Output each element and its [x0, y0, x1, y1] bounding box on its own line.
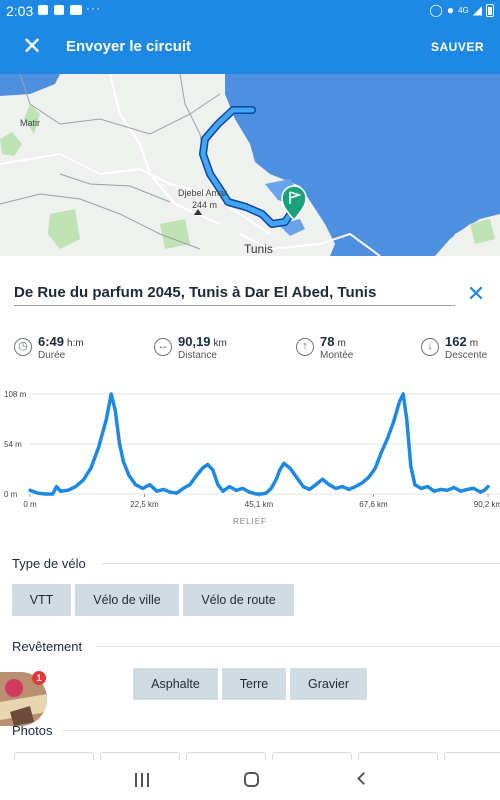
signal-icon: ◢ [472, 3, 482, 17]
bike-type-vtt-button[interactable]: VTT [12, 584, 71, 616]
stat-descent-unit: m [469, 338, 479, 349]
map-label-matir: Matir [20, 118, 40, 128]
app-bar-title: Envoyer le circuit [66, 38, 192, 55]
surface-dirt-button[interactable]: Terre [222, 668, 286, 700]
stat-duration-unit: h:m [67, 338, 84, 349]
photos-divider [62, 730, 500, 731]
x-tick-label: 45,1 km [245, 500, 274, 509]
bike-type-road-button[interactable]: Vélo de route [183, 584, 294, 616]
stat-duration-label: Durée [38, 350, 66, 361]
more-notifications-icon: ··· [86, 1, 101, 15]
elevation-caption: RELIEF [232, 517, 267, 526]
youtube-notification-icon [70, 5, 82, 15]
arrow-down-icon: ↓ [421, 338, 439, 356]
app-notification-icon [54, 5, 64, 15]
stat-ascent-value: 78 [320, 334, 335, 349]
clear-route-name-icon[interactable]: ✕ [466, 283, 486, 305]
stat-descent-value-row: 162 m [445, 334, 478, 349]
bike-type-title: Type de vélo [12, 556, 86, 571]
save-button[interactable]: SAUVER [431, 40, 484, 54]
y-tick-label: 54 m [4, 440, 22, 449]
back-icon[interactable] [357, 772, 370, 785]
stat-distance-label: Distance [178, 350, 217, 361]
surface-title: Revêtement [12, 639, 83, 654]
route-map[interactable]: Matir Djebel Amar 244 m Tunis [0, 74, 500, 256]
avatar-flower [5, 679, 23, 697]
arrow-up-icon: ↑ [296, 338, 314, 356]
x-tick-label: 67,6 km [359, 500, 388, 509]
stat-distance-value: 90,19 [178, 334, 211, 349]
surface-gravel-button[interactable]: Gravier [290, 668, 367, 700]
distance-icon: ↔ [154, 338, 172, 356]
y-tick-label: 108 m [4, 390, 27, 399]
stat-ascent-value-row: 78 m [320, 334, 346, 349]
elevation-chart[interactable]: 0 m 54 m 108 m 0 m 22,5 km 45,1 km 67,6 km 90,2… [0, 386, 500, 526]
x-tick-label: 90,2 km [474, 500, 500, 509]
bike-type-city-button[interactable]: Vélo de ville [75, 584, 179, 616]
stat-descent-value: 162 [445, 334, 467, 349]
stat-distance-unit: km [213, 338, 227, 349]
x-tick-label: 0 m [23, 500, 37, 509]
stat-duration-value: 6:49 [38, 334, 65, 349]
gallery-notification-icon [38, 5, 48, 15]
stat-ascent-unit: m [337, 338, 346, 349]
stat-distance-value-row: 90,19 km [178, 334, 227, 349]
stat-descent-label: Descente [445, 350, 488, 361]
battery-icon [486, 3, 494, 17]
recent-apps-icon[interactable] [135, 773, 149, 787]
alarm-icon: ◯ [429, 3, 443, 17]
status-right: ◯ ● 4G ◢ [429, 3, 494, 17]
stat-ascent-label: Montée [320, 350, 354, 361]
screen: 2:03 ··· ◯ ● 4G ◢ ✕ Envoyer le circuit S… [0, 0, 500, 800]
location-icon: ● [446, 3, 455, 17]
y-tick-label: 0 m [4, 490, 18, 499]
map-park-4 [160, 219, 190, 249]
app-bar: ✕ Envoyer le circuit SAUVER [0, 22, 500, 74]
close-icon[interactable]: ✕ [20, 35, 44, 59]
status-bar: 2:03 ··· ◯ ● 4G ◢ [0, 0, 500, 22]
navigation-bar [0, 760, 500, 800]
home-icon[interactable] [244, 772, 259, 787]
clock-icon: ◷ [14, 338, 32, 356]
map-label-altitude: 244 m [192, 200, 217, 210]
notification-badge: 1 [32, 671, 46, 685]
map-label-djebel: Djebel Amar [178, 188, 227, 198]
bike-type-divider [102, 563, 500, 564]
network-label: 4G [458, 5, 469, 15]
surface-asphalt-button[interactable]: Asphalte [133, 668, 218, 700]
surface-divider [96, 646, 500, 647]
route-name-field[interactable]: De Rue du parfum 2045, Tunis à Dar El Ab… [14, 284, 455, 306]
x-tick-label: 22,5 km [130, 500, 159, 509]
map-canvas: Matir Djebel Amar 244 m Tunis [0, 74, 500, 256]
map-label-tunis: Tunis [244, 242, 273, 256]
status-time: 2:03 [6, 3, 34, 19]
stat-duration-value-row: 6:49 h:m [38, 334, 84, 349]
